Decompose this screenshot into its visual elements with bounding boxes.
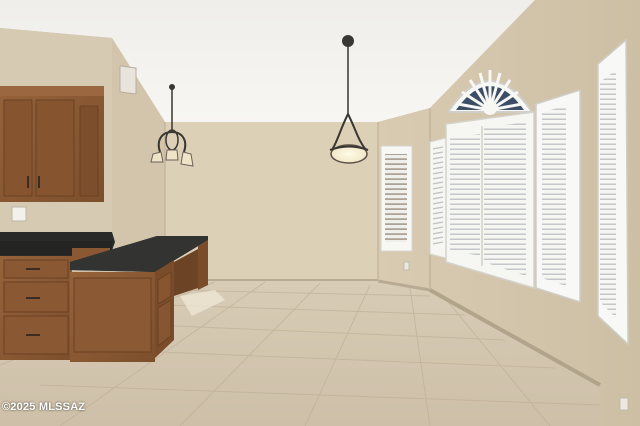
watermark-text: ©2025 MLSSAZ <box>2 401 86 413</box>
room-photo: ©2025 MLSSAZ <box>0 0 640 426</box>
wall-outlet-right <box>619 397 629 411</box>
air-vent <box>119 65 137 95</box>
upper-cabinets <box>0 86 104 202</box>
room-illustration <box>0 0 640 426</box>
back-window <box>380 145 413 252</box>
light-switch <box>11 206 27 222</box>
wall-outlet <box>403 261 410 271</box>
